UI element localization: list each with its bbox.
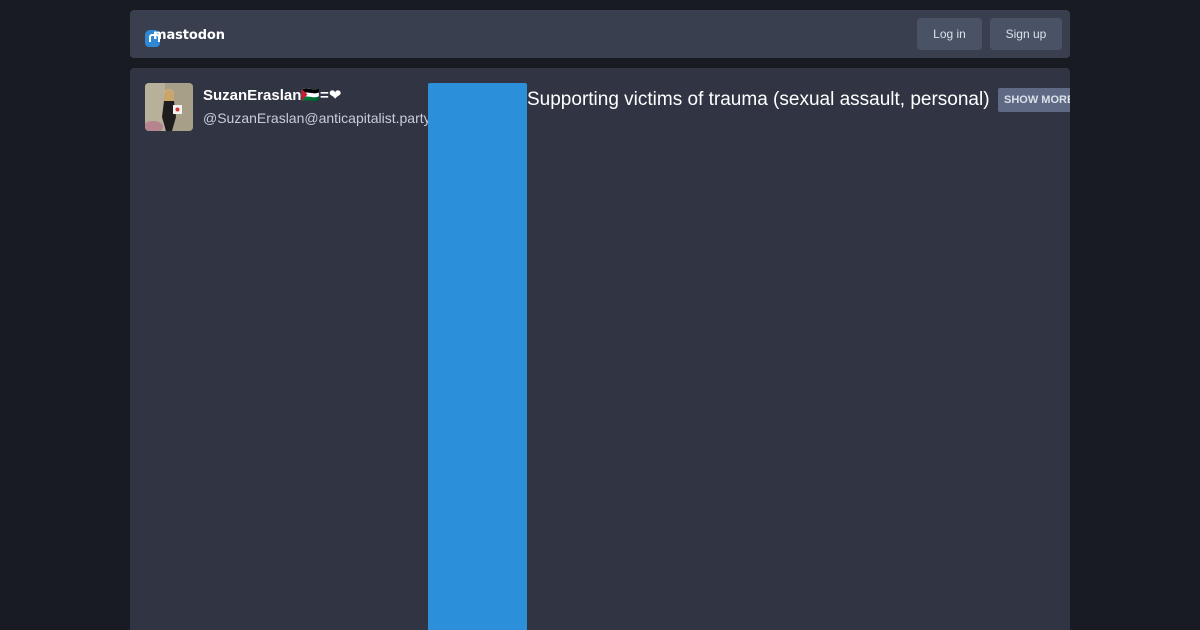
avatar-photo	[145, 83, 193, 131]
content-warning-text: Supporting victims of trauma (sexual ass…	[527, 89, 990, 110]
avatar[interactable]	[145, 83, 193, 131]
login-button[interactable]: Log in	[917, 18, 982, 50]
status-panel: SuzanEraslan🇵🇸=❤ @SuzanEraslan@anticapit…	[130, 68, 1070, 630]
mastodon-logo[interactable]: mastodon	[145, 25, 225, 47]
top-header: mastodon Log in Sign up	[130, 10, 1070, 58]
show-more-button[interactable]: SHOW MORE	[998, 88, 1070, 112]
media-placeholder	[428, 83, 527, 630]
signup-button[interactable]: Sign up	[990, 18, 1062, 50]
display-name[interactable]: SuzanEraslan🇵🇸=❤	[203, 86, 341, 104]
logo-text: mastodon	[153, 27, 225, 43]
account-handle[interactable]: @SuzanEraslan@anticapitalist.party	[203, 110, 431, 126]
